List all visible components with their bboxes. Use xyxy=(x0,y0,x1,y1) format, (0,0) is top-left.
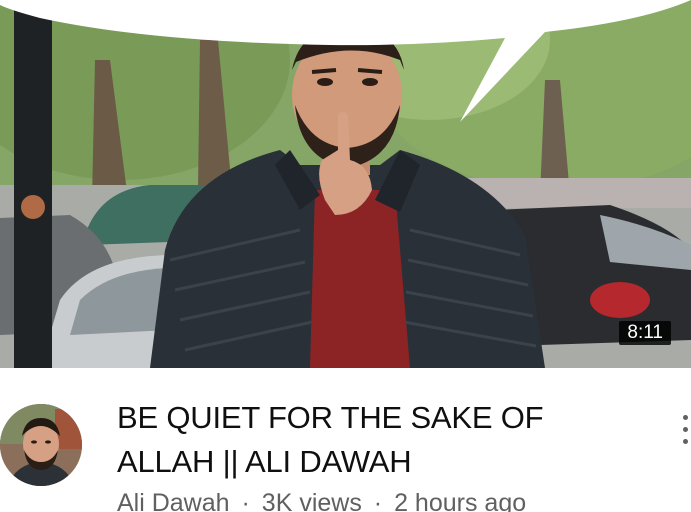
view-count: 3K views xyxy=(261,489,362,512)
video-title[interactable]: BE QUIET FOR THE SAKE OF ALLAH || ALI DA… xyxy=(117,396,637,484)
channel-name[interactable]: Ali Dawah xyxy=(117,489,230,512)
meta-separator: · xyxy=(373,489,383,512)
video-card[interactable]: 8:11 BE QUIET FOR THE SAKE OF ALLAH || A… xyxy=(0,0,691,512)
meta-separator: · xyxy=(241,489,250,512)
avatar-image xyxy=(0,404,82,486)
video-thumbnail[interactable]: 8:11 xyxy=(0,0,691,368)
more-vert-icon[interactable] xyxy=(681,412,691,448)
thumbnail-image xyxy=(0,0,691,368)
video-title-line-2: ALLAH || ALI DAWAH xyxy=(117,444,412,479)
upload-age: 2 hours ago xyxy=(394,489,527,512)
duration-badge: 8:11 xyxy=(619,321,671,345)
video-metadata: Ali Dawah · 3K views · 2 hours ago xyxy=(117,486,637,512)
channel-avatar[interactable] xyxy=(0,404,82,486)
video-details: BE QUIET FOR THE SAKE OF ALLAH || ALI DA… xyxy=(0,368,691,512)
video-title-line-1: BE QUIET FOR THE SAKE OF xyxy=(117,400,544,435)
